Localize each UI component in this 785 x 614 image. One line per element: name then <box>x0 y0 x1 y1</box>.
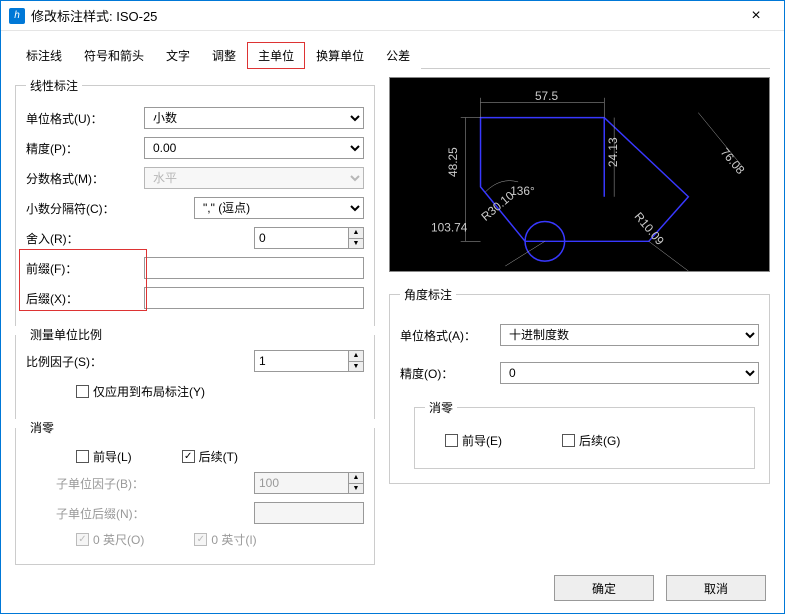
svg-text:57.5: 57.5 <box>535 89 558 103</box>
tab-dimlines[interactable]: 标注线 <box>15 42 73 69</box>
zero-feet-checkbox: 0 英尺(O) <box>76 531 144 548</box>
subunit-suffix-label: 子单位后缀(N)： <box>56 505 174 522</box>
leading-checkbox[interactable]: 前导(L) <box>76 448 132 465</box>
apply-layout-label: 仅应用到布局标注(Y) <box>93 383 205 400</box>
svg-text:136°: 136° <box>510 184 535 198</box>
spin-down-icon[interactable]: ▼ <box>349 239 363 249</box>
spin-up-icon[interactable]: ▲ <box>349 228 363 239</box>
precision-label: 精度(P)： <box>26 140 144 157</box>
checkbox-icon <box>562 434 575 447</box>
trailing-checkbox[interactable]: 后续(T) <box>182 448 238 465</box>
svg-text:76.08: 76.08 <box>718 145 748 177</box>
ang-precision-select[interactable]: 0 <box>500 362 759 384</box>
round-input[interactable] <box>254 227 348 249</box>
zero-suppress-group: 消零 前导(L) 后续(T) 子单位因子(B)： <box>15 419 375 565</box>
apply-layout-checkbox[interactable]: 仅应用到布局标注(Y) <box>76 383 205 400</box>
tab-tolerance[interactable]: 公差 <box>375 42 421 69</box>
spin-up-icon[interactable]: ▲ <box>349 351 363 362</box>
checkbox-icon <box>76 533 89 546</box>
precision-select[interactable]: 0.00 <box>144 137 364 159</box>
ang-unit-format-select[interactable]: 十进制度数 <box>500 324 759 346</box>
svg-text:103.74: 103.74 <box>431 220 468 234</box>
unit-format-label: 单位格式(U)： <box>26 110 144 127</box>
tab-text[interactable]: 文字 <box>155 42 201 69</box>
tab-fit[interactable]: 调整 <box>201 42 247 69</box>
trailing-label: 后续(T) <box>199 448 238 465</box>
scale-legend: 测量单位比例 <box>26 326 106 343</box>
subunit-factor-input <box>254 472 348 494</box>
decimal-sep-label: 小数分隔符(C)： <box>26 200 144 217</box>
scale-factor-label: 比例因子(S)： <box>26 353 144 370</box>
angular-legend: 角度标注 <box>400 286 456 303</box>
ang-trailing-checkbox[interactable]: 后续(G) <box>562 432 620 449</box>
ang-leading-label: 前导(E) <box>462 432 502 449</box>
decimal-sep-select[interactable]: "," (逗点) <box>194 197 364 219</box>
checkbox-icon <box>194 533 207 546</box>
zero-inch-label: 0 英寸(I) <box>211 531 256 548</box>
scale-group: 测量单位比例 比例因子(S)： ▲▼ 仅应用到布 <box>15 326 375 419</box>
svg-text:R10.09: R10.09 <box>632 209 668 248</box>
unit-format-select[interactable]: 小数 <box>144 107 364 129</box>
subunit-factor-label: 子单位因子(B)： <box>56 475 174 492</box>
preview-pane: 57.5 48.25 24.13 136° R30.10 R10.09 76.0… <box>389 77 770 272</box>
fraction-label: 分数格式(M)： <box>26 170 144 187</box>
svg-text:48.25: 48.25 <box>446 147 460 177</box>
subunit-factor-spinner: ▲▼ <box>254 472 364 494</box>
leading-label: 前导(L) <box>93 448 132 465</box>
spin-up-icon: ▲ <box>349 473 363 484</box>
scale-factor-spinner[interactable]: ▲▼ <box>254 350 364 372</box>
suffix-label: 后缀(X)： <box>26 290 144 307</box>
cancel-button[interactable]: 取消 <box>666 575 766 601</box>
subunit-suffix-input <box>254 502 364 524</box>
tab-symbols-arrows[interactable]: 符号和箭头 <box>73 42 155 69</box>
zero-inch-checkbox: 0 英寸(I) <box>194 531 256 548</box>
checkbox-icon <box>76 450 89 463</box>
ang-precision-label: 精度(O)： <box>400 365 500 382</box>
prefix-label: 前缀(F)： <box>26 260 144 277</box>
checkbox-icon <box>182 450 195 463</box>
checkbox-icon <box>76 385 89 398</box>
tab-bar: 标注线 符号和箭头 文字 调整 主单位 换算单位 公差 <box>15 41 770 69</box>
spin-down-icon: ▼ <box>349 484 363 494</box>
angular-dim-group: 角度标注 单位格式(A)： 十进制度数 精度(O)： 0 消零 <box>389 286 770 484</box>
fraction-select: 水平 <box>144 167 364 189</box>
ang-trailing-label: 后续(G) <box>579 432 620 449</box>
linear-dim-group: 线性标注 单位格式(U)： 小数 精度(P)： 0.00 分数格式(M)： 水平 <box>15 77 375 326</box>
linear-legend: 线性标注 <box>26 77 82 94</box>
ok-button[interactable]: 确定 <box>554 575 654 601</box>
tab-primary-units[interactable]: 主单位 <box>247 42 305 69</box>
zero-legend: 消零 <box>26 419 58 436</box>
ang-zero-legend: 消零 <box>425 399 457 416</box>
spin-down-icon[interactable]: ▼ <box>349 362 363 372</box>
prefix-input[interactable] <box>144 257 364 279</box>
checkbox-icon <box>445 434 458 447</box>
ang-unit-format-label: 单位格式(A)： <box>400 327 500 344</box>
ang-leading-checkbox[interactable]: 前导(E) <box>445 432 502 449</box>
app-icon: h <box>9 8 25 24</box>
zero-feet-label: 0 英尺(O) <box>93 531 144 548</box>
suffix-input[interactable] <box>144 287 364 309</box>
window-title: 修改标注样式: ISO-25 <box>31 6 736 25</box>
round-label: 舍入(R)： <box>26 230 144 247</box>
close-button[interactable]: × <box>736 7 776 25</box>
svg-text:24.13: 24.13 <box>606 137 620 167</box>
scale-factor-input[interactable] <box>254 350 348 372</box>
ang-zero-group: 消零 前导(E) 后续(G) <box>414 399 755 469</box>
tab-alt-units[interactable]: 换算单位 <box>305 42 375 69</box>
round-spinner[interactable]: ▲▼ <box>254 227 364 249</box>
svg-text:R30.10: R30.10 <box>478 188 517 224</box>
